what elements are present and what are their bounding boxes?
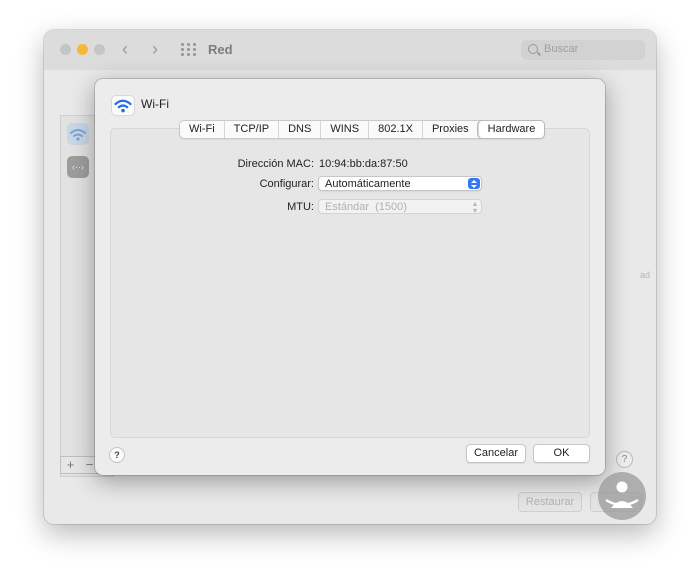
search-placeholder: Buscar	[544, 43, 579, 55]
service-item-wifi[interactable]	[67, 123, 89, 145]
mtu-popup: Estándar (1500) ▴ ▾	[318, 199, 482, 215]
ok-button[interactable]: OK	[533, 444, 590, 463]
chevron-right-icon[interactable]: ›	[152, 39, 158, 59]
updown-chevron-icon: ▴ ▾	[472, 199, 477, 215]
revert-button[interactable]: Restaurar	[518, 492, 582, 512]
grid-icon[interactable]	[181, 43, 196, 56]
configure-popup[interactable]: Automáticamente	[318, 176, 482, 191]
interface-name: Wi-Fi	[141, 97, 169, 111]
minimize-button[interactable]	[77, 44, 88, 55]
tab-dns[interactable]: DNS	[278, 121, 320, 138]
mac-address-label: Dirección MAC:	[237, 158, 314, 170]
tab-content-panel	[110, 128, 590, 438]
search-field[interactable]: Buscar	[521, 40, 645, 60]
close-button[interactable]	[60, 44, 71, 55]
interface-icon	[111, 95, 135, 116]
mtu-value: Estándar (1500)	[325, 201, 407, 213]
zoom-button[interactable]	[94, 44, 105, 55]
mac-address-value: 10:94:bb:da:87:50	[319, 158, 408, 170]
mtu-label: MTU:	[287, 201, 314, 213]
configure-label: Configurar:	[259, 178, 314, 190]
tab-proxies[interactable]: Proxies	[421, 121, 478, 138]
titlebar: ‹ › Red Buscar	[44, 30, 656, 70]
help-button[interactable]: ?	[109, 447, 125, 463]
wifi-icon	[70, 129, 86, 141]
tab-tcpip[interactable]: TCP/IP	[223, 121, 278, 138]
background-help-button[interactable]: ?	[616, 451, 633, 468]
tab-wifi[interactable]: Wi-Fi	[180, 121, 224, 138]
advanced-settings-sheet: Wi-Fi Wi-Fi TCP/IP DNS WINS 802.1X Proxi…	[95, 79, 605, 475]
background-text-fragment: ad	[640, 270, 651, 280]
window-title: Red	[208, 42, 233, 57]
wifi-icon	[114, 99, 132, 113]
tab-8021x[interactable]: 802.1X	[368, 121, 422, 138]
chevron-left-icon[interactable]: ‹	[122, 39, 128, 59]
tab-bar: Wi-Fi TCP/IP DNS WINS 802.1X Proxies Har…	[179, 120, 546, 139]
network-other-icon[interactable]: ‹··›	[67, 156, 89, 178]
cancel-button[interactable]: Cancelar	[466, 444, 526, 463]
tab-hardware[interactable]: Hardware	[477, 121, 545, 138]
search-icon	[528, 44, 538, 54]
tab-wins[interactable]: WINS	[320, 121, 368, 138]
configure-value: Automáticamente	[325, 178, 411, 190]
watermark-logo-icon	[598, 472, 646, 520]
updown-stepper-icon	[468, 178, 480, 189]
add-service-button[interactable]: +	[61, 457, 80, 472]
